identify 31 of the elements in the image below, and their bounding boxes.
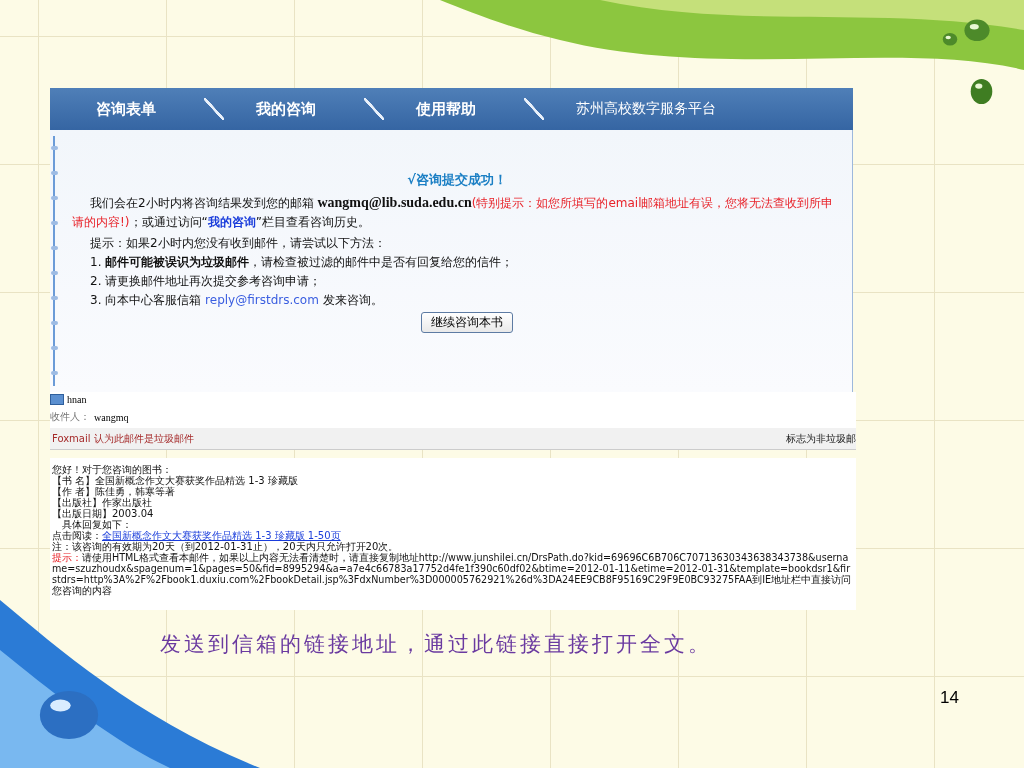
tip-paragraph: 提示：请使用HTML格式查看本邮件，如果以上内容无法看清楚时，请直接复制地址http://www.junshilei.cn/DrsPath.do?kid=69696C6B706C70713630343638343738&username=szuzhoudx&spagenum=1&pages=50&fid=8995294&a=a7e4c66783a17752d4fe1f390c60df02&btime=2012-01-11&etime=2012-01-31&template=bookdsr1&firstdrs=http%3A%2F%2Fbook1.duxiu.com%2FbookDetail.jsp%3FdxNumber%3D000005762921%26d%3DA24EE9CB8F95169C29F9E0BC93275FAA到IE地址栏中直接访问您咨询的内容 <box>52 552 853 596</box>
body-line: 具体回复如下： <box>62 519 133 530</box>
mark-not-spam-link[interactable]: 标志为非垃圾邮 <box>786 431 856 446</box>
nav-tab[interactable]: 咨询表单 <box>96 99 204 119</box>
body-line: 【出版日期】2003.04 <box>52 508 155 519</box>
link[interactable]: 我的咨询 <box>207 215 256 229</box>
recipient-name: wangmq <box>94 411 129 423</box>
platform-name[interactable]: 苏州高校数字服务平台 <box>576 100 716 118</box>
hint-text: 提示：如果2小时内您没有收到邮件，请尝试以下方法： <box>90 235 387 252</box>
recipient-label: 收件人： <box>50 410 91 424</box>
email-link[interactable]: reply@firstdrs.com <box>205 293 319 307</box>
contact-card-icon <box>50 393 64 405</box>
body-line: 您好！对于您咨询的图书： <box>52 464 173 475</box>
slide-caption: 发送到信箱的链接地址，通过此链接直接打开全文。 <box>160 631 713 658</box>
step-text: 1. 邮件可能被误识为垃圾邮件，请检查被过滤的邮件中是否有回复给您的信件； <box>90 254 515 271</box>
book-link[interactable]: 全国新概念作文大赛获奖作品精选 1-3 珍藏版 1-50页 <box>102 530 341 541</box>
step-text: 3. 向本中心客服信箱 reply@firstdrs.com 发来咨询。 <box>90 292 384 309</box>
step-text: 2. 请更换邮件地址再次提交参考咨询申请； <box>90 273 323 290</box>
body-line: 【作 者】陈佳勇，韩寒等著 <box>52 486 176 497</box>
success-title: √咨询提交成功！ <box>406 171 508 189</box>
notice-paragraph: 我们会在2小时内将咨询结果发到您的邮箱 wangmq@lib.suda.edu.cn(特别提示：如您所填写的email邮箱地址有误，您将无法查收到所申请的内容!)；或通过访问“我的咨询”栏目查看咨询历史。 <box>72 194 835 231</box>
page-number: 14 <box>940 688 960 708</box>
body-line: 注：该咨询的有效期为20天（到2012-01-31止），20天内只允许打开20次。 <box>52 541 399 552</box>
sender-name: hnan <box>67 393 87 405</box>
nav-tab[interactable]: 使用帮助 <box>416 99 524 119</box>
body-line: 【书 名】全国新概念作文大赛获奖作品精选 1-3 珍藏版 <box>52 475 299 486</box>
body-line: 【出版社】作家出版社 <box>52 497 152 508</box>
nav-tab[interactable]: 我的咨询 <box>256 99 364 119</box>
spam-notice: Foxmail 认为此邮件是垃圾邮件 <box>51 431 194 446</box>
read-line: 点击阅读：全国新概念作文大赛获奖作品精选 1-3 珍藏版 1-50页 <box>52 530 341 541</box>
continue-button[interactable]: 继续咨询本书 <box>421 312 513 333</box>
